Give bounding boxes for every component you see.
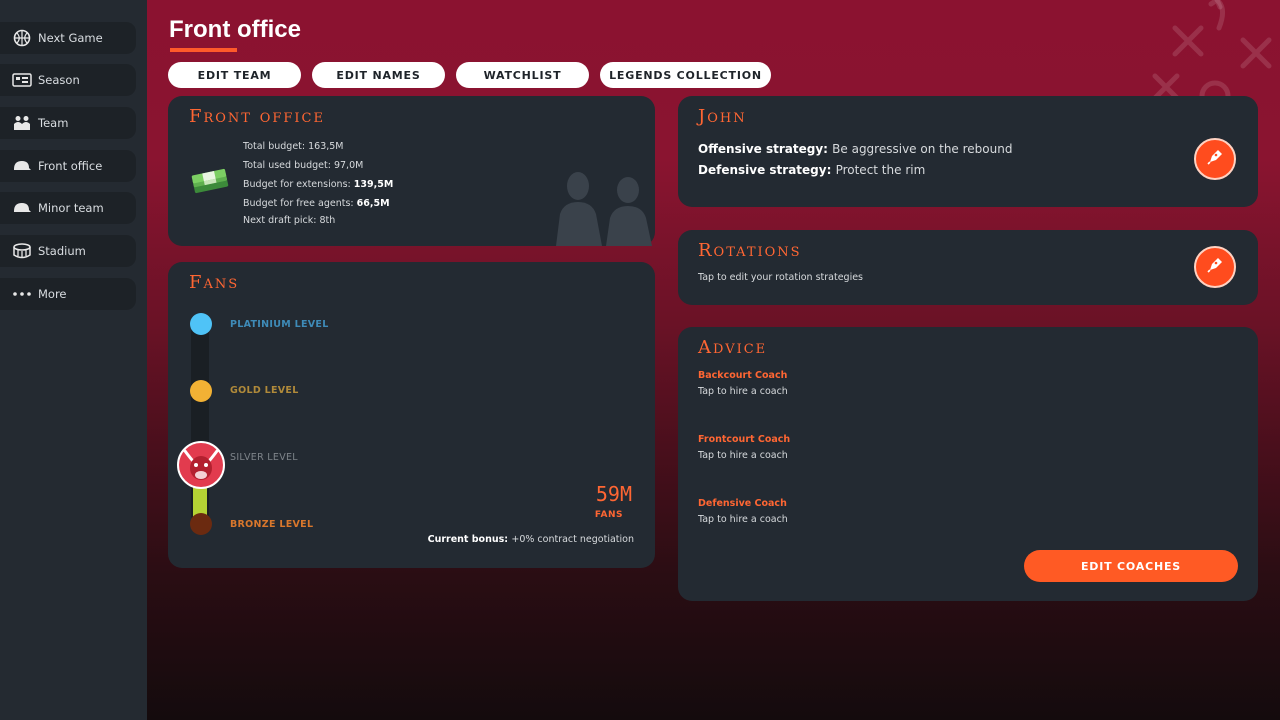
- sidebar: Next Game Season Team Front office Minor…: [0, 0, 147, 720]
- page-title: Front office: [169, 16, 301, 43]
- current-bonus: Current bonus: +0% contract negotiation: [428, 534, 634, 545]
- sidebar-item-stadium[interactable]: Stadium: [0, 235, 136, 267]
- fans-count: 59M: [595, 482, 632, 506]
- offensive-strategy-value: Be aggressive on the rebound: [832, 142, 1013, 156]
- budget-free-agents-value: 66,5M: [356, 198, 390, 209]
- gold-dot: [190, 380, 212, 402]
- advice-action[interactable]: Tap to hire a coach: [698, 450, 788, 461]
- cap-icon: [12, 198, 32, 218]
- sidebar-item-minor-team[interactable]: Minor team: [0, 192, 136, 224]
- bronze-level-label: BRONZE LEVEL: [230, 519, 314, 530]
- budget-free-agents-label: Budget for free agents:: [243, 198, 357, 209]
- edit-strategy-button[interactable]: [1194, 138, 1236, 180]
- advice-role[interactable]: Backcourt Coach: [698, 370, 787, 381]
- current-bonus-value: +0% contract negotiation: [511, 534, 634, 545]
- sidebar-item-label: Team: [38, 116, 69, 130]
- platinum-level-label: PLATINIUM LEVEL: [230, 319, 329, 330]
- more-icon: [12, 284, 32, 304]
- edit-coaches-button[interactable]: EDIT COACHES: [1024, 550, 1238, 582]
- offensive-strategy-label: Offensive strategy:: [698, 142, 833, 156]
- front-office-card: Front office Total budget: 163,5M Total …: [168, 96, 655, 246]
- sidebar-item-more[interactable]: More: [0, 278, 136, 310]
- card-title: John: [698, 106, 747, 127]
- calendar-icon: [12, 70, 32, 90]
- sidebar-item-label: Front office: [38, 159, 103, 173]
- tab-edit-names[interactable]: EDIT NAMES: [312, 62, 445, 88]
- sidebar-item-team[interactable]: Team: [0, 107, 136, 139]
- defensive-strategy-value: Protect the rim: [835, 163, 926, 177]
- gold-level-label: GOLD LEVEL: [230, 385, 299, 396]
- fans-card: Fans PLATINIUM LEVEL GOLD LEVEL SILVER L…: [168, 262, 655, 568]
- fans-count-label: FANS: [594, 510, 623, 520]
- sidebar-item-label: More: [38, 287, 67, 301]
- card-title: Rotations: [698, 240, 802, 261]
- team-icon: [12, 113, 32, 133]
- pen-icon: [1206, 256, 1224, 278]
- sidebar-item-season[interactable]: Season: [0, 64, 136, 96]
- advice-role[interactable]: Defensive Coach: [698, 498, 787, 509]
- budget-extensions-label: Budget for extensions:: [243, 179, 354, 190]
- players-silhouette-icon: [552, 170, 655, 250]
- tab-edit-team[interactable]: EDIT TEAM: [168, 62, 301, 88]
- tab-legends-collection[interactable]: LEGENDS COLLECTION: [600, 62, 771, 88]
- tab-watchlist[interactable]: WATCHLIST: [456, 62, 589, 88]
- title-underline: [170, 48, 237, 52]
- defensive-strategy-label: Defensive strategy:: [698, 163, 836, 177]
- money-icon: [190, 166, 230, 200]
- card-title: Front office: [189, 106, 325, 127]
- advice-action[interactable]: Tap to hire a coach: [698, 514, 788, 525]
- sidebar-item-label: Minor team: [38, 201, 104, 215]
- coach-card: John Offensive strategy: Be aggressive o…: [678, 96, 1258, 207]
- defensive-strategy: Defensive strategy: Protect the rim: [698, 163, 925, 177]
- budget-extensions: Budget for extensions: 139,5M: [243, 179, 393, 190]
- pen-icon: [1206, 148, 1224, 170]
- stadium-icon: [12, 241, 32, 261]
- budget-extensions-value: 139,5M: [353, 179, 394, 190]
- rotations-subtitle: Tap to edit your rotation strategies: [698, 272, 864, 283]
- team-logo-icon: [177, 441, 225, 493]
- silver-level-label: SILVER LEVEL: [230, 452, 298, 463]
- budget-free-agents: Budget for free agents: 66,5M: [243, 198, 390, 209]
- main-area: Front office EDIT TEAM EDIT NAMES WATCHL…: [147, 0, 1280, 720]
- advice-role[interactable]: Frontcourt Coach: [698, 434, 790, 445]
- cap-icon: [12, 156, 32, 176]
- advice-card: Advice Backcourt Coach Tap to hire a coa…: [678, 327, 1258, 601]
- rotations-card: Rotations Tap to edit your rotation stra…: [678, 230, 1258, 305]
- advice-action[interactable]: Tap to hire a coach: [698, 386, 788, 397]
- next-draft-pick: Next draft pick: 8th: [243, 215, 336, 226]
- bronze-dot: [190, 513, 212, 535]
- platinum-dot: [190, 313, 212, 335]
- edit-rotations-button[interactable]: [1194, 246, 1236, 288]
- current-bonus-label: Current bonus:: [427, 534, 512, 545]
- sidebar-item-label: Season: [38, 73, 80, 87]
- offensive-strategy: Offensive strategy: Be aggressive on the…: [698, 142, 1012, 156]
- sidebar-item-next-game[interactable]: Next Game: [0, 22, 136, 54]
- basketball-icon: [12, 28, 32, 48]
- total-budget: Total budget: 163,5M: [243, 141, 344, 152]
- card-title: Fans: [189, 272, 240, 293]
- total-used-budget: Total used budget: 97,0M: [243, 160, 364, 171]
- sidebar-item-label: Next Game: [38, 31, 103, 45]
- playbook-decoration: [1152, 0, 1272, 110]
- card-title: Advice: [698, 337, 768, 358]
- sidebar-item-front-office[interactable]: Front office: [0, 150, 136, 182]
- sidebar-item-label: Stadium: [38, 244, 86, 258]
